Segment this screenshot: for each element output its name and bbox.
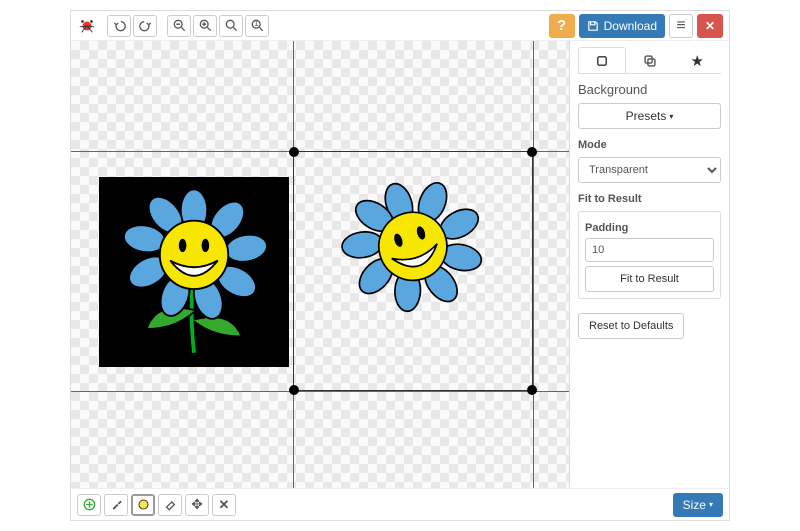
close-icon: ✕ [705,19,715,33]
reset-defaults-button[interactable]: Reset to Defaults [578,313,684,339]
undo-button[interactable] [107,15,131,37]
caret-down-icon: ▾ [709,500,713,509]
tool-move[interactable]: ✥ [185,494,209,516]
app-logo [77,16,97,36]
caret-down-icon: ▾ [669,112,673,121]
size-button[interactable]: Size ▾ [673,493,723,517]
fit-fieldset: Padding Fit to Result [578,211,721,299]
x-icon: ✕ [219,497,230,513]
download-label: Download [604,19,657,33]
menu-button[interactable]: ≡ [669,14,693,38]
menu-icon: ≡ [676,18,685,34]
save-icon [587,20,599,32]
stack-icon [643,54,657,68]
crop-guide-right [533,41,534,488]
sidebar-tabs: ★ [578,47,721,74]
right-sidebar: ★ Background Presets ▾ Mode Transparent … [569,41,729,488]
padding-input[interactable] [585,238,714,262]
crop-guide-bottom [71,391,569,392]
tool-highlight[interactable] [131,494,155,516]
crop-handle-br[interactable] [527,385,537,395]
top-toolbar: 1 ? Download ≡ ✕ [71,11,729,41]
fit-section-label: Fit to Result [578,193,721,205]
help-button[interactable]: ? [549,14,575,38]
mode-label: Mode [578,139,721,151]
zoom-fit-button[interactable] [219,15,243,37]
tab-single[interactable] [578,47,626,73]
presets-label: Presets [626,109,667,123]
padding-label: Padding [585,222,714,234]
crop-handle-bl[interactable] [289,385,299,395]
zoom-in-button[interactable] [193,15,217,37]
star-icon: ★ [690,52,703,70]
crop-handle-tr[interactable] [527,147,537,157]
tool-erase[interactable] [158,494,182,516]
redo-button[interactable] [133,15,157,37]
tool-eyedropper[interactable] [104,494,128,516]
original-image [99,177,289,367]
zoom-out-button[interactable] [167,15,191,37]
plus-circle-icon [83,498,96,511]
close-button[interactable]: ✕ [697,14,723,38]
mode-select[interactable]: Transparent [578,157,721,183]
background-section-title: Background [578,82,721,97]
crop-handle-tl[interactable] [289,147,299,157]
bottom-toolbar: ✥ ✕ Size ▾ [71,488,729,520]
square-icon [595,54,609,68]
size-label: Size [683,498,706,512]
eraser-icon [164,498,177,511]
tab-favorite[interactable]: ★ [673,47,721,73]
download-button[interactable]: Download [579,14,665,38]
presets-button[interactable]: Presets ▾ [578,103,721,129]
tool-add[interactable] [77,494,101,516]
crop-selection[interactable] [293,151,533,391]
move-icon: ✥ [191,496,203,513]
circle-yellow-icon [137,498,150,511]
eyedropper-icon [110,498,123,511]
tab-multi[interactable] [626,47,674,73]
zoom-actual-button[interactable]: 1 [245,15,269,37]
canvas-area[interactable] [71,41,569,488]
svg-text:1: 1 [254,19,258,28]
fit-to-result-button[interactable]: Fit to Result [585,266,714,292]
tool-clear[interactable]: ✕ [212,494,236,516]
